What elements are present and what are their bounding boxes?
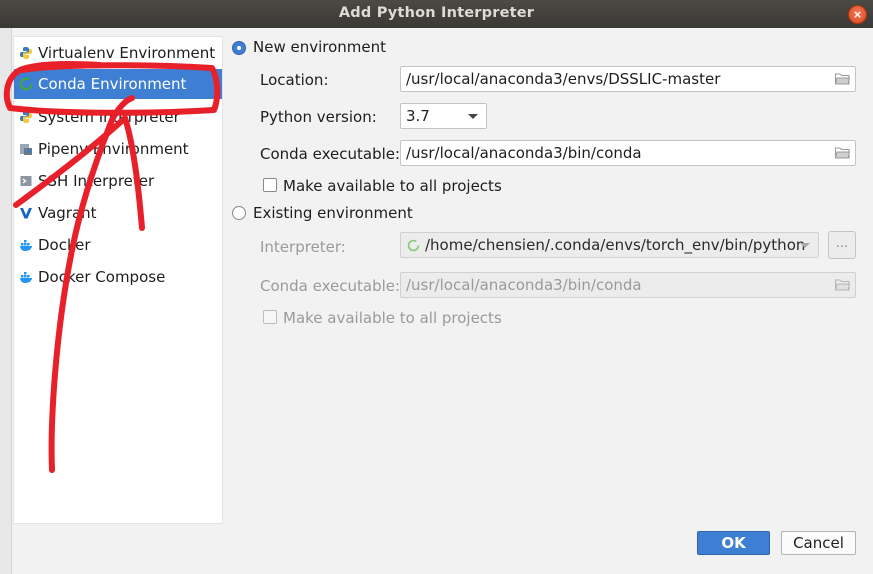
ok-button[interactable]: OK: [697, 531, 770, 555]
python-version-value: 3.7: [406, 107, 430, 125]
sidebar-item-label: Virtualenv Environment: [38, 44, 216, 62]
cancel-button[interactable]: Cancel: [781, 531, 856, 555]
interpreter-label: Interpreter:: [260, 238, 346, 256]
window-title: Add Python Interpreter: [338, 5, 535, 21]
existing-make-available-checkbox[interactable]: [263, 310, 277, 324]
interpreter-select[interactable]: /home/chensien/.conda/envs/torch_env/bin…: [400, 232, 819, 258]
python-icon: [18, 45, 34, 61]
sidebar-item-label: Docker: [38, 236, 91, 254]
location-label: Location:: [260, 71, 329, 89]
conda-icon: [18, 76, 34, 92]
sidebar-item-conda[interactable]: Conda Environment: [14, 69, 222, 99]
existing-conda-executable-value: /usr/local/anaconda3/bin/conda: [406, 276, 642, 294]
new-environment-label: New environment: [253, 38, 387, 56]
vagrant-icon: [18, 205, 34, 221]
interpreter-value: /home/chensien/.conda/envs/torch_env/bin…: [425, 236, 806, 254]
conda-executable-value: /usr/local/anaconda3/bin/conda: [406, 144, 642, 162]
conda-icon: [407, 239, 420, 252]
docker-icon: [18, 269, 34, 285]
chevron-down-icon: [468, 114, 478, 119]
conda-executable-field[interactable]: /usr/local/anaconda3/bin/conda: [400, 140, 856, 166]
make-available-checkbox[interactable]: [263, 178, 277, 192]
background-window-strip: [0, 28, 12, 574]
folder-icon[interactable]: [835, 72, 850, 85]
sidebar-item-label: Conda Environment: [38, 75, 187, 93]
sidebar-item-label: Docker Compose: [38, 268, 166, 286]
sidebar-item-virtualenv[interactable]: Virtualenv Environment: [14, 38, 222, 68]
sidebar-item-vagrant[interactable]: Vagrant: [14, 198, 222, 228]
sidebar-item-label: Vagrant: [38, 204, 97, 222]
sidebar-item-label: SSH Interpreter: [38, 172, 155, 190]
title-bar: Add Python Interpreter ×: [0, 0, 873, 28]
location-field[interactable]: /usr/local/anaconda3/envs/DSSLIC-master: [400, 66, 856, 92]
existing-make-available-label: Make available to all projects: [283, 309, 502, 327]
sidebar-item-pipenv[interactable]: Pipenv Environment: [14, 134, 222, 164]
sidebar-item-docker-compose[interactable]: Docker Compose: [14, 262, 222, 292]
browse-interpreter-button[interactable]: ...: [828, 231, 856, 259]
environment-settings-panel: New environment Location: /usr/local/ana…: [224, 28, 873, 574]
python-version-select[interactable]: 3.7: [400, 103, 487, 129]
sidebar-item-system-interpreter[interactable]: System Interpreter: [14, 102, 222, 132]
chevron-down-icon: [800, 243, 810, 248]
docker-icon: [18, 237, 34, 253]
sidebar-item-label: Pipenv Environment: [38, 140, 189, 158]
existing-conda-executable-field[interactable]: /usr/local/anaconda3/bin/conda: [400, 272, 856, 298]
sidebar-item-label: System Interpreter: [38, 108, 180, 126]
interpreter-type-list: Virtualenv Environment Conda Environment…: [13, 36, 223, 524]
make-available-label: Make available to all projects: [283, 177, 502, 195]
folder-icon[interactable]: [835, 146, 850, 159]
conda-executable-label: Conda executable:: [260, 145, 401, 163]
new-environment-radio[interactable]: [232, 41, 246, 55]
terminal-icon: [18, 173, 34, 189]
pipenv-icon: [18, 141, 34, 157]
close-button[interactable]: ×: [848, 5, 867, 24]
sidebar-item-docker[interactable]: Docker: [14, 230, 222, 260]
existing-environment-radio[interactable]: [232, 206, 246, 220]
location-value: /usr/local/anaconda3/envs/DSSLIC-master: [406, 70, 721, 88]
existing-conda-executable-label: Conda executable:: [260, 277, 401, 295]
folder-icon[interactable]: [835, 278, 850, 291]
sidebar-item-ssh[interactable]: SSH Interpreter: [14, 166, 222, 196]
dialog-body: Virtualenv Environment Conda Environment…: [0, 28, 873, 574]
python-icon: [18, 109, 34, 125]
existing-environment-label: Existing environment: [253, 204, 413, 222]
python-version-label: Python version:: [260, 108, 377, 126]
